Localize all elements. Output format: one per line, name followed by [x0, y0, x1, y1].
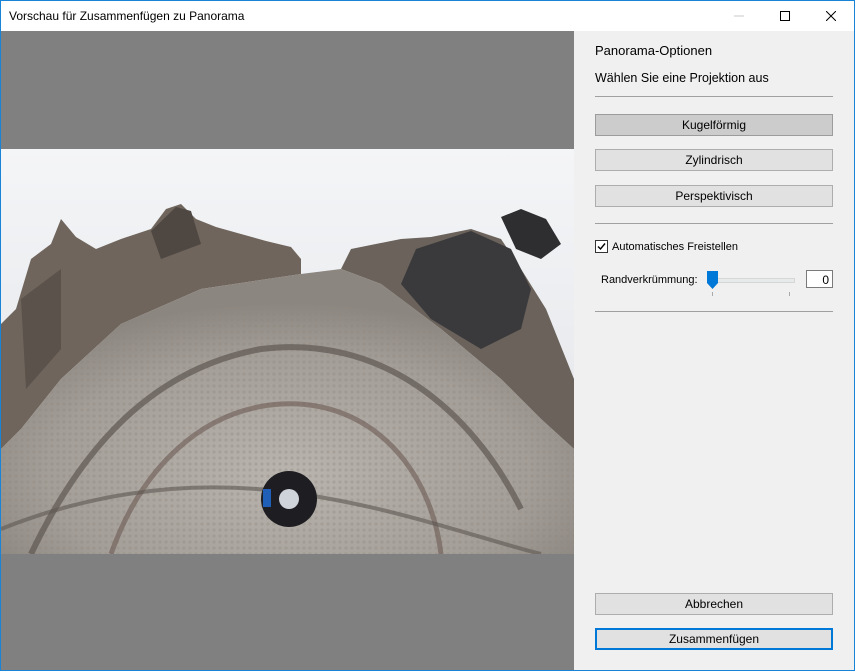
panel-heading: Panorama-Optionen [595, 43, 713, 58]
minimize-icon [734, 15, 744, 17]
slider-tick [789, 292, 790, 296]
checkmark-icon [597, 243, 606, 251]
auto-crop-label: Automatisches Freistellen [612, 240, 738, 253]
panorama-preview-area [1, 31, 574, 670]
separator [595, 223, 833, 224]
projection-prompt: Wählen Sie eine Projektion aus [595, 71, 769, 85]
panorama-merge-window: Vorschau für Zusammenfügen zu Panorama P… [0, 0, 855, 671]
cancel-button[interactable]: Abbrechen [595, 593, 833, 615]
merge-button[interactable]: Zusammenfügen [595, 628, 833, 650]
spherical-panorama-image [1, 149, 574, 554]
window-title: Vorschau für Zusammenfügen zu Panorama [9, 9, 245, 23]
auto-crop-checkbox[interactable] [595, 240, 608, 253]
maximize-button[interactable] [762, 1, 808, 31]
close-button[interactable] [808, 1, 854, 31]
panorama-preview-image [1, 149, 574, 554]
minimize-button[interactable] [716, 1, 762, 31]
separator [595, 311, 833, 312]
options-panel: Panorama-Optionen Wählen Sie eine Projek… [574, 31, 854, 670]
auto-crop-checkbox-row[interactable]: Automatisches Freistellen [595, 240, 738, 253]
perspective-button[interactable]: Perspektivisch [595, 185, 833, 207]
maximize-icon [780, 11, 790, 21]
separator [595, 96, 833, 97]
boundary-warp-label: Randverkrümmung: [601, 274, 698, 286]
boundary-warp-slider-thumb[interactable] [707, 271, 718, 289]
boundary-warp-value-input[interactable]: 0 [806, 270, 833, 288]
cylindrical-button[interactable]: Zylindrisch [595, 149, 833, 171]
slider-tick [712, 292, 713, 296]
boundary-warp-slider-track[interactable] [709, 278, 795, 283]
title-bar: Vorschau für Zusammenfügen zu Panorama [1, 1, 854, 31]
spherical-button[interactable]: Kugelförmig [595, 114, 833, 136]
close-icon [826, 11, 836, 21]
